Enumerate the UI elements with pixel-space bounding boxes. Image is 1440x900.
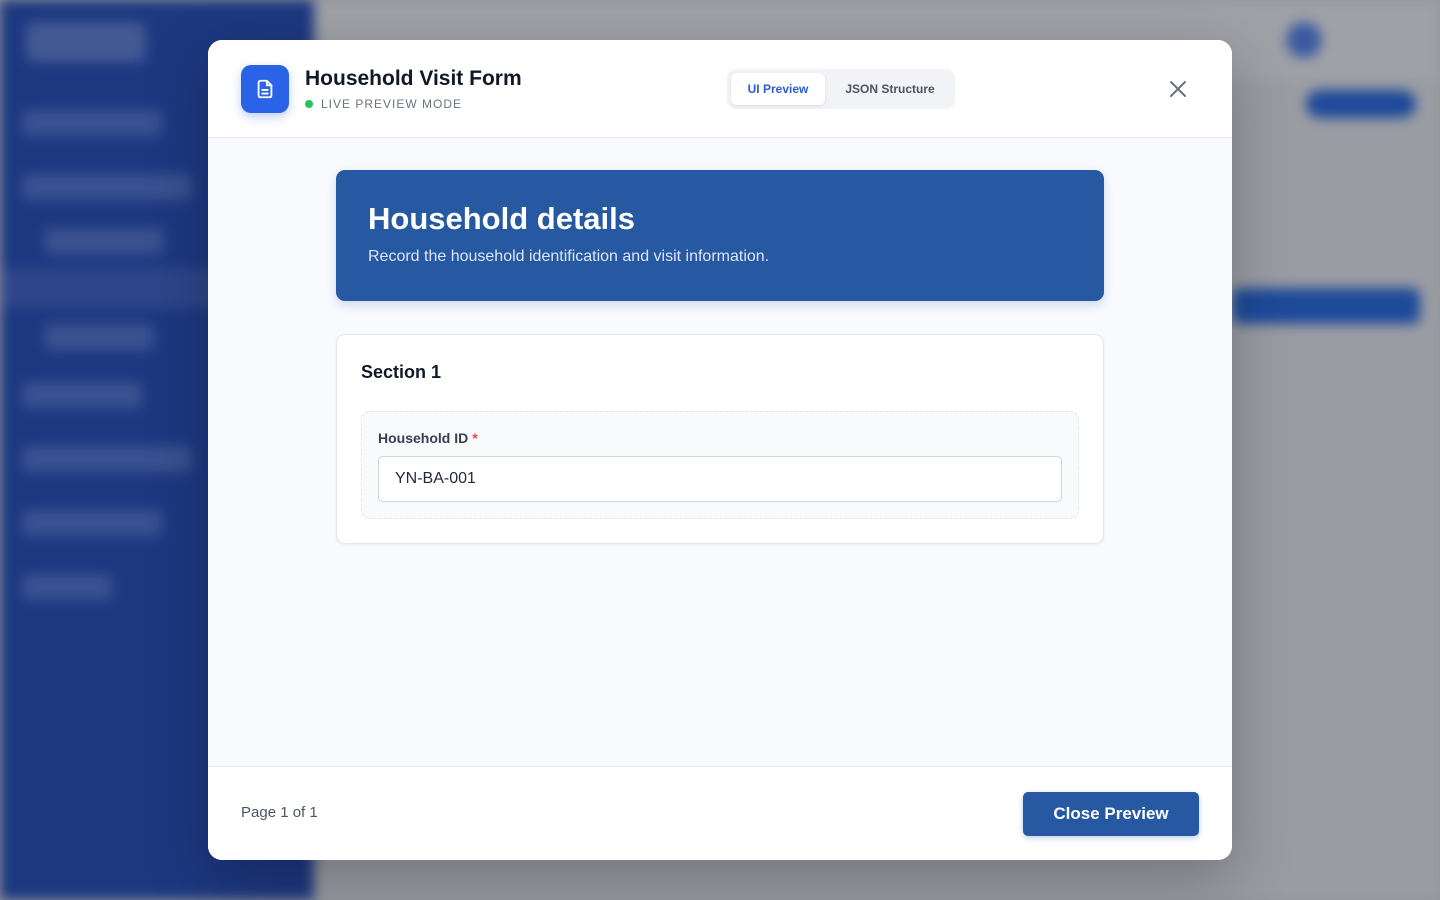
form-section: Section 1 Household ID * [336,334,1104,544]
form-subtitle: Record the household identification and … [368,248,770,265]
tab-ui-preview[interactable]: UI Preview [731,73,825,105]
status-dot-icon [305,100,313,108]
preview-mode-label: LIVE PREVIEW MODE [321,97,463,111]
modal-body: Household details Record the household i… [208,138,1232,766]
document-icon [241,65,289,113]
form-header-card: Household details Record the household i… [336,170,1104,301]
modal-title: Household Visit Form [305,67,522,90]
view-tabs: UI Preview JSON Structure [727,69,955,109]
form-title: Household details [368,201,635,236]
required-marker: * [472,430,478,446]
section-title: Section 1 [361,362,442,382]
household-id-label: Household ID * [378,430,478,446]
tab-json-structure[interactable]: JSON Structure [829,73,951,105]
modal-header: Household Visit Form LIVE PREVIEW MODE U… [208,40,1232,138]
page-indicator: Page 1 of 1 [241,804,318,821]
form-preview-modal: Household Visit Form LIVE PREVIEW MODE U… [208,40,1232,860]
close-preview-button[interactable]: Close Preview [1023,792,1199,836]
household-id-input[interactable] [378,456,1062,502]
household-id-label-text: Household ID [378,430,469,446]
field-container: Household ID * [361,411,1079,519]
modal-footer: Page 1 of 1 Close Preview [208,766,1232,860]
close-icon[interactable] [1166,77,1190,101]
preview-mode-indicator: LIVE PREVIEW MODE [305,97,462,111]
